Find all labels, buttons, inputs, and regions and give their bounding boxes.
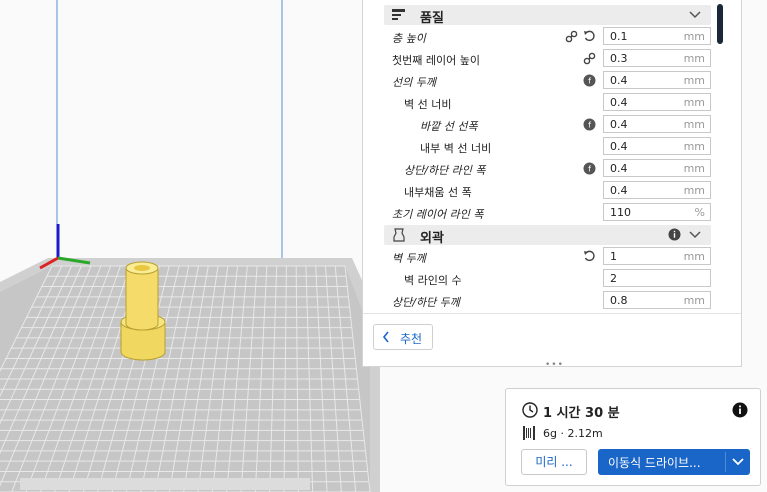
setting-value-input[interactable]: 0.1 mm: [603, 27, 711, 45]
setting-value-input[interactable]: 0.4 mm: [603, 93, 711, 111]
setting-unit: %: [694, 206, 705, 219]
setting-unit: mm: [683, 162, 705, 175]
recommended-mode-button[interactable]: 추천: [373, 324, 433, 350]
setting-value: 0.4: [610, 118, 628, 131]
setting-row: 상단/하단 라인 폭 f 0.4 mm: [363, 158, 723, 180]
setting-value: 2: [610, 272, 617, 285]
save-label: 이동식 드라이브...: [608, 456, 701, 470]
3d-model[interactable]: [120, 261, 166, 361]
setting-row: 첫번째 레이어 높이 0.3 mm: [363, 48, 723, 70]
function-icon[interactable]: f: [583, 74, 596, 87]
setting-row: 층 높이 0.1 mm: [363, 26, 723, 48]
setting-label: 벽 두께: [392, 252, 426, 265]
setting-label: 초기 레이어 라인 폭: [392, 208, 484, 221]
setting-value: 0.4: [610, 140, 628, 153]
setting-row: 상단/하단 두께 0.8 mm: [363, 290, 723, 312]
setting-unit: mm: [683, 294, 705, 307]
reset-icon[interactable]: [583, 30, 596, 43]
info-icon[interactable]: [668, 228, 681, 241]
clock-icon: [522, 402, 538, 418]
chevron-down-icon[interactable]: [689, 227, 701, 241]
function-icon[interactable]: f: [583, 118, 596, 131]
setting-row: 바깥 선 선폭 f 0.4 mm: [363, 114, 723, 136]
setting-value: 0.3: [610, 52, 628, 65]
setting-value-input[interactable]: 1 mm: [603, 247, 711, 265]
print-settings-panel: 품질 층 높이 0.1 mm 첫번째 레이어 높이 0.3 mm 선의 두께 f 0.4 mm 벽 …: [362, 0, 742, 367]
category-title: 외곽: [420, 231, 444, 246]
setting-value-input[interactable]: 0.4 mm: [603, 71, 711, 89]
setting-value: 0.1: [610, 30, 628, 43]
panel-divider: [363, 313, 741, 314]
setting-row: 벽 선 너비 0.4 mm: [363, 92, 723, 114]
link-icon[interactable]: [583, 52, 596, 65]
setting-unit: mm: [683, 118, 705, 131]
setting-value: 1: [610, 250, 617, 263]
setting-label: 층 높이: [392, 32, 426, 45]
setting-value-input[interactable]: 0.8 mm: [603, 291, 711, 309]
setting-unit: mm: [683, 96, 705, 109]
save-to-removable-drive-button[interactable]: 이동식 드라이브...: [598, 449, 750, 475]
setting-unit: mm: [683, 140, 705, 153]
recommended-label: 추천: [400, 332, 423, 346]
filament-spool-icon: [523, 426, 535, 440]
setting-value-input[interactable]: 2: [603, 269, 711, 287]
button-separator: [725, 452, 726, 472]
quality-layers-icon: [392, 9, 405, 20]
setting-value-input[interactable]: 0.4 mm: [603, 159, 711, 177]
print-summary-panel: 1 시간 30 분 6g · 2.12m 미리 ... 이동식 드라이브...: [505, 388, 761, 486]
svg-text:f: f: [588, 165, 591, 174]
print-time: 1 시간 30 분: [543, 406, 620, 421]
category-title: 품질: [420, 11, 444, 26]
setting-unit: mm: [683, 250, 705, 263]
resize-handle[interactable]: •••: [545, 360, 564, 366]
chevron-left-icon: [382, 331, 389, 343]
setting-label: 상단/하단 두께: [392, 296, 460, 309]
link-icon[interactable]: [565, 30, 578, 43]
setting-value: 0.4: [610, 184, 628, 197]
setting-row: 벽 라인의 수 2: [363, 268, 723, 290]
setting-label: 벽 라인의 수: [404, 274, 462, 287]
svg-text:f: f: [588, 121, 591, 130]
setting-row: 선의 두께 f 0.4 mm: [363, 70, 723, 92]
setting-label: 벽 선 너비: [404, 98, 452, 111]
preview-label: 미리 ...: [535, 455, 573, 469]
setting-unit: mm: [683, 30, 705, 43]
setting-value: 0.8: [610, 294, 628, 307]
panel-scrollbar[interactable]: [717, 4, 723, 44]
shell-icon: [393, 228, 405, 242]
setting-value: 110: [610, 206, 631, 219]
reset-icon[interactable]: [583, 250, 596, 263]
setting-row: 내부 벽 선 너비 0.4 mm: [363, 136, 723, 158]
setting-row: 벽 두께 1 mm: [363, 246, 723, 268]
chevron-down-icon[interactable]: [689, 7, 701, 21]
setting-unit: mm: [683, 52, 705, 65]
setting-label: 선의 두께: [392, 76, 436, 89]
setting-unit: mm: [683, 74, 705, 87]
setting-row: 내부채움 선 폭 0.4 mm: [363, 180, 723, 202]
category-quality-header[interactable]: 품질: [384, 5, 711, 26]
setting-row: 초기 레이어 라인 폭 110%: [363, 202, 723, 224]
function-icon[interactable]: f: [583, 162, 596, 175]
setting-label: 상단/하단 라인 폭: [404, 164, 486, 177]
setting-value: 0.4: [610, 162, 628, 175]
setting-value-input[interactable]: 0.4 mm: [603, 181, 711, 199]
setting-value: 0.4: [610, 96, 628, 109]
category-shell-header[interactable]: 외곽: [384, 225, 711, 246]
chevron-down-icon[interactable]: [732, 457, 744, 467]
setting-value-input[interactable]: 0.4 mm: [603, 115, 711, 133]
setting-label: 내부 벽 선 너비: [420, 142, 492, 155]
setting-label: 첫번째 레이어 높이: [392, 54, 480, 67]
svg-text:f: f: [588, 77, 591, 86]
setting-unit: mm: [683, 184, 705, 197]
setting-value-input[interactable]: 0.4 mm: [603, 137, 711, 155]
setting-label: 바깥 선 선폭: [420, 120, 478, 133]
preview-button[interactable]: 미리 ...: [521, 449, 587, 475]
setting-value-input[interactable]: 0.3 mm: [603, 49, 711, 67]
material-estimate: 6g · 2.12m: [543, 427, 603, 440]
info-icon[interactable]: [732, 402, 748, 418]
setting-value: 0.4: [610, 74, 628, 87]
setting-label: 내부채움 선 폭: [404, 186, 472, 199]
setting-value-input[interactable]: 110%: [603, 203, 711, 221]
